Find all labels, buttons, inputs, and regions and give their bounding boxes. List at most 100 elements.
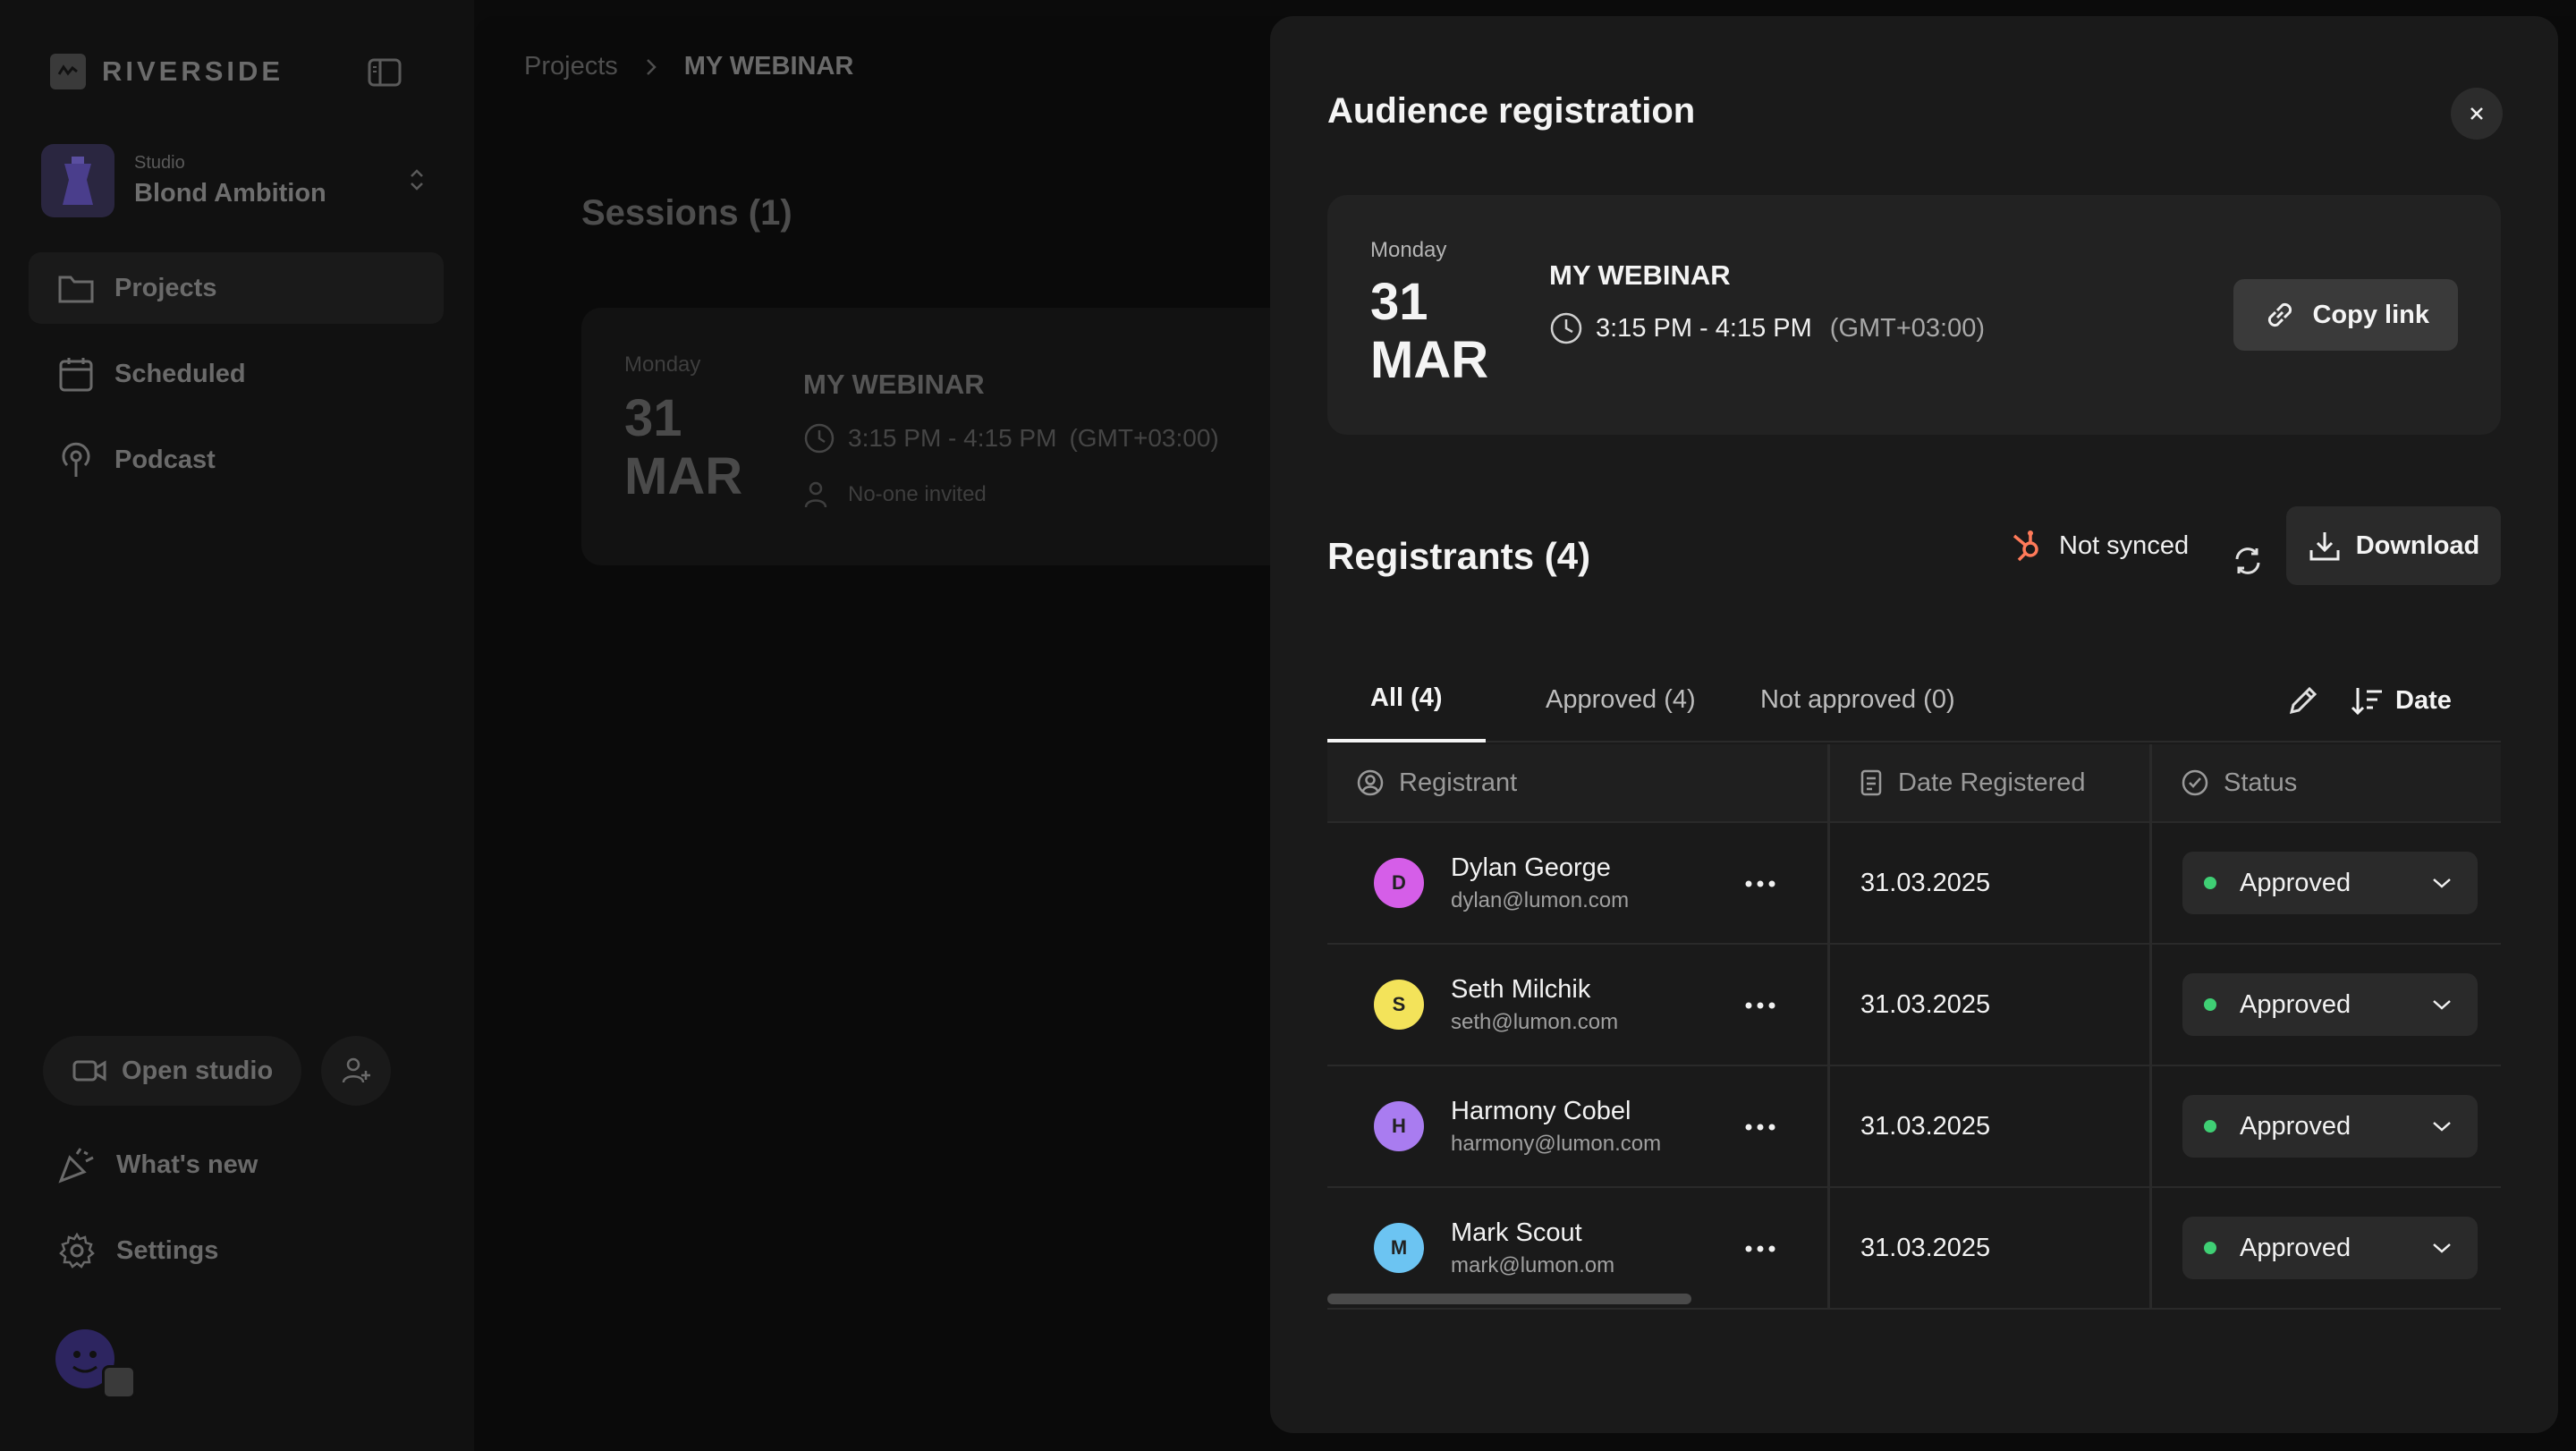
status-dropdown[interactable]: Approved — [2182, 852, 2478, 914]
studio-name: Blond Ambition — [134, 179, 326, 208]
registrant-avatar: H — [1374, 1101, 1424, 1151]
modal-title: Audience registration — [1327, 91, 1696, 131]
status-cell: Approved — [2152, 945, 2501, 1065]
chevron-down-icon — [2433, 1243, 2451, 1253]
session-timezone: (GMT+03:00) — [1069, 424, 1219, 452]
registrant-name: Dylan George — [1451, 853, 1611, 882]
sidebar-item-settings[interactable]: Settings — [29, 1215, 444, 1286]
more-options-button[interactable] — [1742, 868, 1778, 900]
chevron-up-down-icon — [408, 166, 426, 198]
status-cell: Approved — [2152, 1188, 2501, 1308]
status-dot-icon — [2204, 1242, 2216, 1254]
open-studio-label: Open studio — [122, 1056, 274, 1085]
event-title: MY WEBINAR — [1549, 259, 1731, 291]
registrant-email: dylan@lumon.com — [1451, 887, 1630, 912]
chevron-right-icon — [646, 58, 657, 75]
sidebar-item-label: Settings — [116, 1235, 219, 1265]
registrant-avatar: D — [1374, 858, 1424, 908]
registrant-cell: S Seth Milchik seth@lumon.com — [1327, 945, 1830, 1065]
session-date: 31 MAR — [624, 389, 742, 506]
column-label: Registrant — [1399, 768, 1518, 797]
tab-not-approved[interactable]: Not approved (0) — [1732, 657, 1984, 742]
open-studio-button[interactable]: Open studio — [43, 1036, 302, 1106]
sidebar-item-whats-new[interactable]: What's new — [29, 1129, 444, 1201]
sidebar-bottom-nav: What's new Settings — [29, 1129, 444, 1301]
studio-switcher[interactable]: Studio Blond Ambition — [41, 141, 426, 220]
download-button[interactable]: Download — [2286, 506, 2501, 585]
registrants-table: Registrant Date Registered Status D Dyla… — [1327, 744, 2501, 1310]
sessions-title: Sessions (1) — [581, 193, 792, 233]
sync-refresh-button[interactable] — [2225, 530, 2270, 592]
sort-button[interactable]: Date — [2349, 678, 2452, 723]
registrants-title: Registrants (4) — [1327, 535, 1591, 577]
sidebar-item-scheduled[interactable]: Scheduled — [29, 338, 444, 410]
status-dropdown[interactable]: Approved — [2182, 1095, 2478, 1158]
studio-avatar — [41, 144, 114, 217]
sidebar-item-podcast[interactable]: Podcast — [29, 424, 444, 496]
clock-icon — [804, 423, 835, 454]
close-button[interactable] — [2451, 88, 2503, 140]
refresh-icon — [2235, 547, 2260, 574]
folder-icon — [58, 276, 94, 303]
status-dot-icon — [2204, 877, 2216, 889]
tab-approved[interactable]: Approved (4) — [1517, 657, 1724, 742]
invite-user-button[interactable] — [321, 1036, 392, 1106]
video-camera-icon — [72, 1060, 106, 1082]
session-day: Monday — [624, 352, 701, 377]
chevron-down-icon — [2433, 1122, 2451, 1132]
chevron-down-icon — [2433, 1000, 2451, 1010]
sidebar: RIVERSIDE Studio Blond Ambition Projects… — [0, 0, 474, 1451]
table-row: S Seth Milchik seth@lumon.com 31.03.2025… — [1327, 945, 2501, 1066]
download-label: Download — [2355, 530, 2480, 560]
link-icon — [2268, 302, 2292, 327]
sidebar-item-label: Podcast — [114, 445, 216, 474]
event-date-month: MAR — [1370, 330, 1489, 389]
status-value: Approved — [2240, 989, 2351, 1019]
copy-link-button[interactable]: Copy link — [2233, 279, 2458, 351]
edit-form-button[interactable] — [2281, 678, 2326, 723]
more-options-button[interactable] — [1742, 1233, 1778, 1265]
session-time: 3:15 PM - 4:15 PM (GMT+03:00) — [803, 422, 1219, 454]
more-options-button[interactable] — [1742, 1111, 1778, 1143]
column-label: Date Registered — [1898, 768, 2086, 797]
users-icon — [804, 481, 827, 508]
document-icon — [1860, 769, 1882, 796]
sidebar-toggle-button[interactable] — [367, 57, 404, 89]
pencil-icon — [2289, 686, 2318, 715]
status-cell: Approved — [2152, 1066, 2501, 1186]
sort-label: Date — [2395, 685, 2452, 715]
ellipsis-icon — [1745, 880, 1775, 887]
check-circle-icon — [2182, 769, 2208, 796]
studio-badge — [102, 1365, 136, 1399]
registrant-cell: H Harmony Cobel harmony@lumon.com — [1327, 1066, 1830, 1186]
hubspot-sync-status: Not synced — [2009, 528, 2189, 564]
ellipsis-icon — [1745, 1002, 1775, 1009]
status-value: Approved — [2240, 1111, 2351, 1141]
sidebar-item-projects[interactable]: Projects — [29, 252, 444, 324]
studio-label: Studio — [134, 153, 185, 173]
event-time-range: 3:15 PM - 4:15 PM — [1596, 313, 1812, 343]
event-time: 3:15 PM - 4:15 PM (GMT+03:00) — [1549, 311, 1985, 345]
sidebar-item-label: Scheduled — [114, 359, 246, 388]
scrollbar-thumb[interactable] — [1327, 1294, 1691, 1304]
breadcrumb-projects-link[interactable]: Projects — [524, 52, 618, 81]
audience-registration-panel: Audience registration Monday 31 MAR MY W… — [1270, 16, 2558, 1433]
event-card: Monday 31 MAR MY WEBINAR 3:15 PM - 4:15 … — [1327, 195, 2501, 435]
more-options-button[interactable] — [1742, 989, 1778, 1022]
date-registered-cell: 31.03.2025 — [1830, 1188, 2152, 1308]
tab-all[interactable]: All (4) — [1327, 657, 1486, 742]
registrant-avatar: M — [1374, 1223, 1424, 1273]
close-icon — [2470, 107, 2483, 120]
event-date-num: 31 — [1370, 273, 1428, 331]
copy-link-label: Copy link — [2312, 300, 2429, 329]
riverside-logo[interactable]: RIVERSIDE — [50, 54, 284, 89]
add-user-icon — [342, 1057, 371, 1083]
breadcrumb: Projects MY WEBINAR — [524, 52, 853, 81]
status-dropdown[interactable]: Approved — [2182, 1217, 2478, 1279]
registrant-email: harmony@lumon.com — [1451, 1131, 1662, 1156]
sync-status-text: Not synced — [2059, 530, 2190, 560]
horizontal-scrollbar[interactable] — [1327, 1294, 2501, 1304]
session-invited: No-one invited — [803, 479, 987, 510]
gear-icon — [59, 1232, 95, 1269]
status-dropdown[interactable]: Approved — [2182, 973, 2478, 1036]
